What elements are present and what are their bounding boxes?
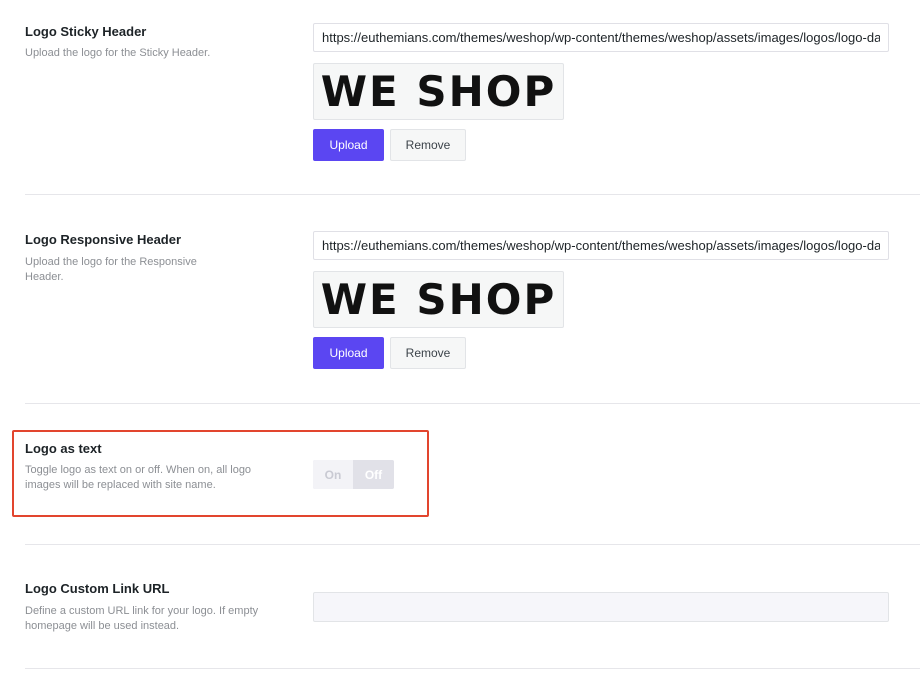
sticky-header-remove-button[interactable]: Remove bbox=[390, 129, 466, 161]
section-divider bbox=[25, 668, 920, 669]
logo-as-text-title: Logo as text bbox=[25, 441, 102, 456]
section-divider bbox=[25, 403, 920, 404]
logo-as-text-toggle[interactable]: On Off bbox=[313, 460, 394, 489]
responsive-header-title: Logo Responsive Header bbox=[25, 232, 182, 247]
responsive-header-logo-text: WE SHOP bbox=[320, 274, 557, 324]
toggle-off-option[interactable]: Off bbox=[353, 460, 394, 489]
custom-link-url-input[interactable] bbox=[313, 592, 889, 622]
responsive-header-upload-button[interactable]: Upload bbox=[313, 337, 384, 369]
custom-link-description: Define a custom URL link for your logo. … bbox=[25, 605, 259, 632]
section-divider bbox=[25, 544, 920, 545]
section-divider bbox=[25, 194, 920, 195]
toggle-on-option[interactable]: On bbox=[313, 460, 353, 489]
responsive-header-description: Upload the logo for the Responsive Heade… bbox=[25, 256, 197, 283]
sticky-header-title: Logo Sticky Header bbox=[25, 24, 147, 39]
sticky-header-url-input[interactable] bbox=[313, 23, 889, 52]
responsive-header-url-input[interactable] bbox=[313, 231, 889, 260]
responsive-header-remove-button[interactable]: Remove bbox=[390, 337, 466, 369]
logo-as-text-description: Toggle logo as text on or off. When on, … bbox=[25, 464, 252, 491]
responsive-header-logo-preview: WE SHOP bbox=[313, 271, 564, 328]
sticky-header-upload-button[interactable]: Upload bbox=[313, 129, 384, 161]
sticky-header-logo-text: WE SHOP bbox=[320, 66, 557, 116]
custom-link-title: Logo Custom Link URL bbox=[25, 581, 170, 596]
sticky-header-logo-preview: WE SHOP bbox=[313, 63, 564, 120]
sticky-header-description: Upload the logo for the Sticky Header. bbox=[25, 47, 211, 59]
